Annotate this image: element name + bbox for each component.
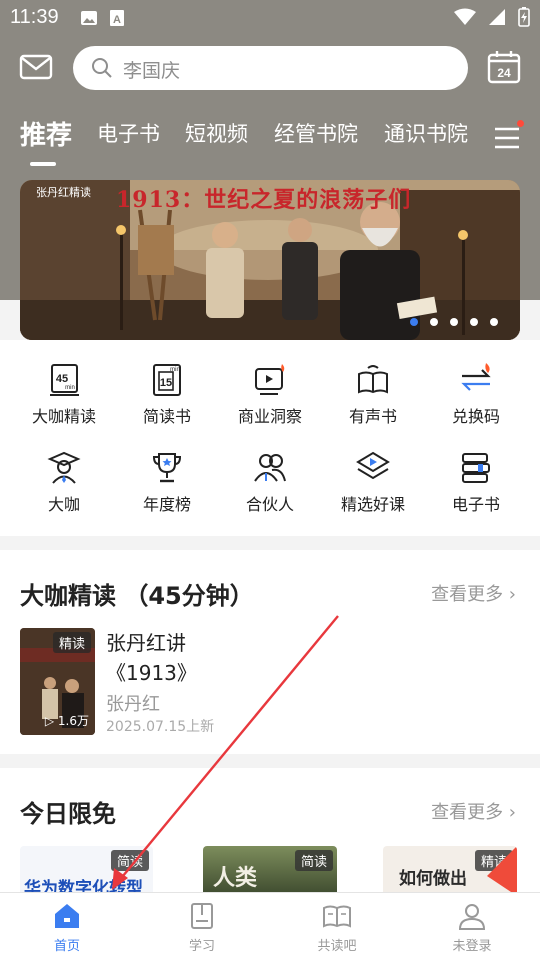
tab-business-academy[interactable]: 经管书院 bbox=[274, 118, 358, 148]
notification-icons: A bbox=[80, 9, 126, 27]
book-author: 张丹红 bbox=[106, 694, 160, 715]
free-today-section: 今日限免 查看更多 › 华为数字化转型 简读 人类 简读 如何做出 精读 bbox=[0, 768, 540, 892]
signal-icon bbox=[489, 9, 505, 25]
open-book-icon bbox=[323, 905, 351, 928]
course-icon bbox=[356, 451, 390, 480]
tab-active-indicator bbox=[30, 162, 56, 166]
grid-item-audiobook[interactable]: 有声书 bbox=[319, 362, 427, 427]
search-placeholder: 李国庆 bbox=[123, 60, 181, 82]
menu-notification-dot bbox=[517, 120, 524, 127]
audiobook-icon bbox=[358, 365, 388, 394]
free-card-2[interactable]: 人类 简读 bbox=[203, 846, 337, 892]
battery-icon bbox=[518, 7, 530, 27]
category-tabs: 推荐 电子书 短视频 经管书院 通识书院 bbox=[0, 118, 540, 168]
svg-text:45: 45 bbox=[56, 373, 68, 385]
image-notification-icon bbox=[81, 11, 97, 25]
grid-item-annual-ranking[interactable]: 年度榜 bbox=[113, 450, 221, 515]
see-more-link[interactable]: 查看更多 › bbox=[431, 580, 516, 606]
ebook-icon bbox=[462, 453, 490, 483]
status-bar: 11:39 A bbox=[0, 0, 540, 36]
mail-button[interactable] bbox=[18, 50, 54, 84]
mail-icon bbox=[19, 54, 53, 80]
cover-badge: 精读 bbox=[52, 632, 91, 653]
grid-item-selected-courses[interactable]: 精选好课 bbox=[319, 450, 427, 515]
grid-item-partners[interactable]: 合伙人 bbox=[216, 450, 324, 515]
play-count: ▷ 1.6万 bbox=[44, 714, 89, 728]
menu-icon bbox=[495, 127, 519, 149]
book-title[interactable]: 张丹红讲 《1913》 bbox=[106, 628, 306, 688]
menu-button[interactable] bbox=[492, 124, 522, 152]
free-card-1[interactable]: 华为数字化转型 简读 bbox=[20, 846, 153, 892]
banner-title: 1913：世纪之夏的浪荡子们 bbox=[116, 187, 412, 213]
grid-item-business-insight[interactable]: 商业洞察 bbox=[216, 362, 324, 427]
svg-text:min: min bbox=[170, 367, 180, 373]
calendar-day: 24 bbox=[497, 66, 511, 80]
home-icon bbox=[55, 904, 79, 928]
book-15min-icon: 15 min bbox=[153, 364, 181, 396]
master-reading-section: 大咖精读 （45分钟） 查看更多 › 精读 ▷ 1.6万 张丹红讲 《1913》… bbox=[0, 550, 540, 754]
banner-carousel[interactable]: 张丹红精读 1913：世纪之夏的浪荡子们 bbox=[20, 180, 520, 340]
study-book-icon bbox=[191, 903, 213, 929]
tab-general-academy[interactable]: 通识书院 bbox=[384, 118, 468, 148]
grid-item-quick-read[interactable]: 15 min 简读书 bbox=[113, 362, 221, 427]
section-title: 大咖精读 （45分钟） bbox=[20, 582, 254, 610]
feature-grid: 45 min 大咖精读 15 min 简读书 商业洞察 有声书 兑换码 大咖 年… bbox=[0, 340, 540, 536]
search-input[interactable]: 李国庆 bbox=[73, 46, 468, 90]
nav-home[interactable]: 首页 bbox=[27, 901, 107, 954]
business-insight-icon bbox=[255, 364, 285, 395]
calendar-button[interactable]: 24 bbox=[486, 49, 522, 85]
wifi-icon bbox=[454, 8, 476, 25]
graduate-icon bbox=[47, 451, 81, 484]
book-date: 2025.07.15上新 bbox=[106, 719, 215, 735]
trophy-icon bbox=[152, 453, 182, 483]
banner-tag: 张丹红精读 bbox=[36, 186, 91, 199]
grid-item-master-reading[interactable]: 45 min 大咖精读 bbox=[10, 362, 118, 427]
grid-item-masters[interactable]: 大咖 bbox=[10, 450, 118, 515]
nav-read-together[interactable]: 共读吧 bbox=[297, 901, 377, 954]
tab-ebook[interactable]: 电子书 bbox=[97, 118, 160, 148]
a11y-notification-icon: A bbox=[110, 10, 124, 26]
svg-text:A: A bbox=[113, 14, 121, 26]
system-icons bbox=[454, 7, 530, 27]
book-cover[interactable]: 精读 ▷ 1.6万 bbox=[20, 628, 95, 735]
banner-pagination bbox=[410, 318, 498, 326]
banner-dot-1[interactable] bbox=[410, 318, 418, 326]
card-corner-decoration bbox=[487, 846, 517, 892]
tab-short-video[interactable]: 短视频 bbox=[185, 118, 248, 148]
banner-dot-2[interactable] bbox=[430, 318, 438, 326]
calendar-icon: 24 bbox=[487, 51, 521, 84]
exchange-icon bbox=[461, 363, 491, 391]
grid-item-redeem-code[interactable]: 兑换码 bbox=[422, 362, 530, 427]
partners-icon bbox=[254, 454, 286, 482]
svg-text:min: min bbox=[65, 385, 75, 391]
banner-dot-4[interactable] bbox=[470, 318, 478, 326]
status-time: 11:39 bbox=[10, 6, 59, 28]
svg-text:15: 15 bbox=[160, 377, 172, 389]
bottom-navigation: 首页 学习 共读吧 未登录 bbox=[0, 892, 540, 960]
free-card-3[interactable]: 如何做出 精读 bbox=[383, 846, 517, 892]
grid-item-ebooks[interactable]: 电子书 bbox=[422, 450, 530, 515]
banner-dot-5[interactable] bbox=[490, 318, 498, 326]
book-45min-icon: 45 min bbox=[50, 364, 79, 396]
nav-study[interactable]: 学习 bbox=[162, 901, 242, 954]
see-more-link[interactable]: 查看更多 › bbox=[431, 798, 516, 824]
tab-recommend[interactable]: 推荐 bbox=[20, 115, 72, 152]
search-icon bbox=[92, 58, 112, 78]
nav-profile[interactable]: 未登录 bbox=[432, 901, 512, 954]
user-icon bbox=[458, 904, 486, 930]
section-title: 今日限免 bbox=[20, 800, 116, 828]
banner-dot-3[interactable] bbox=[450, 318, 458, 326]
